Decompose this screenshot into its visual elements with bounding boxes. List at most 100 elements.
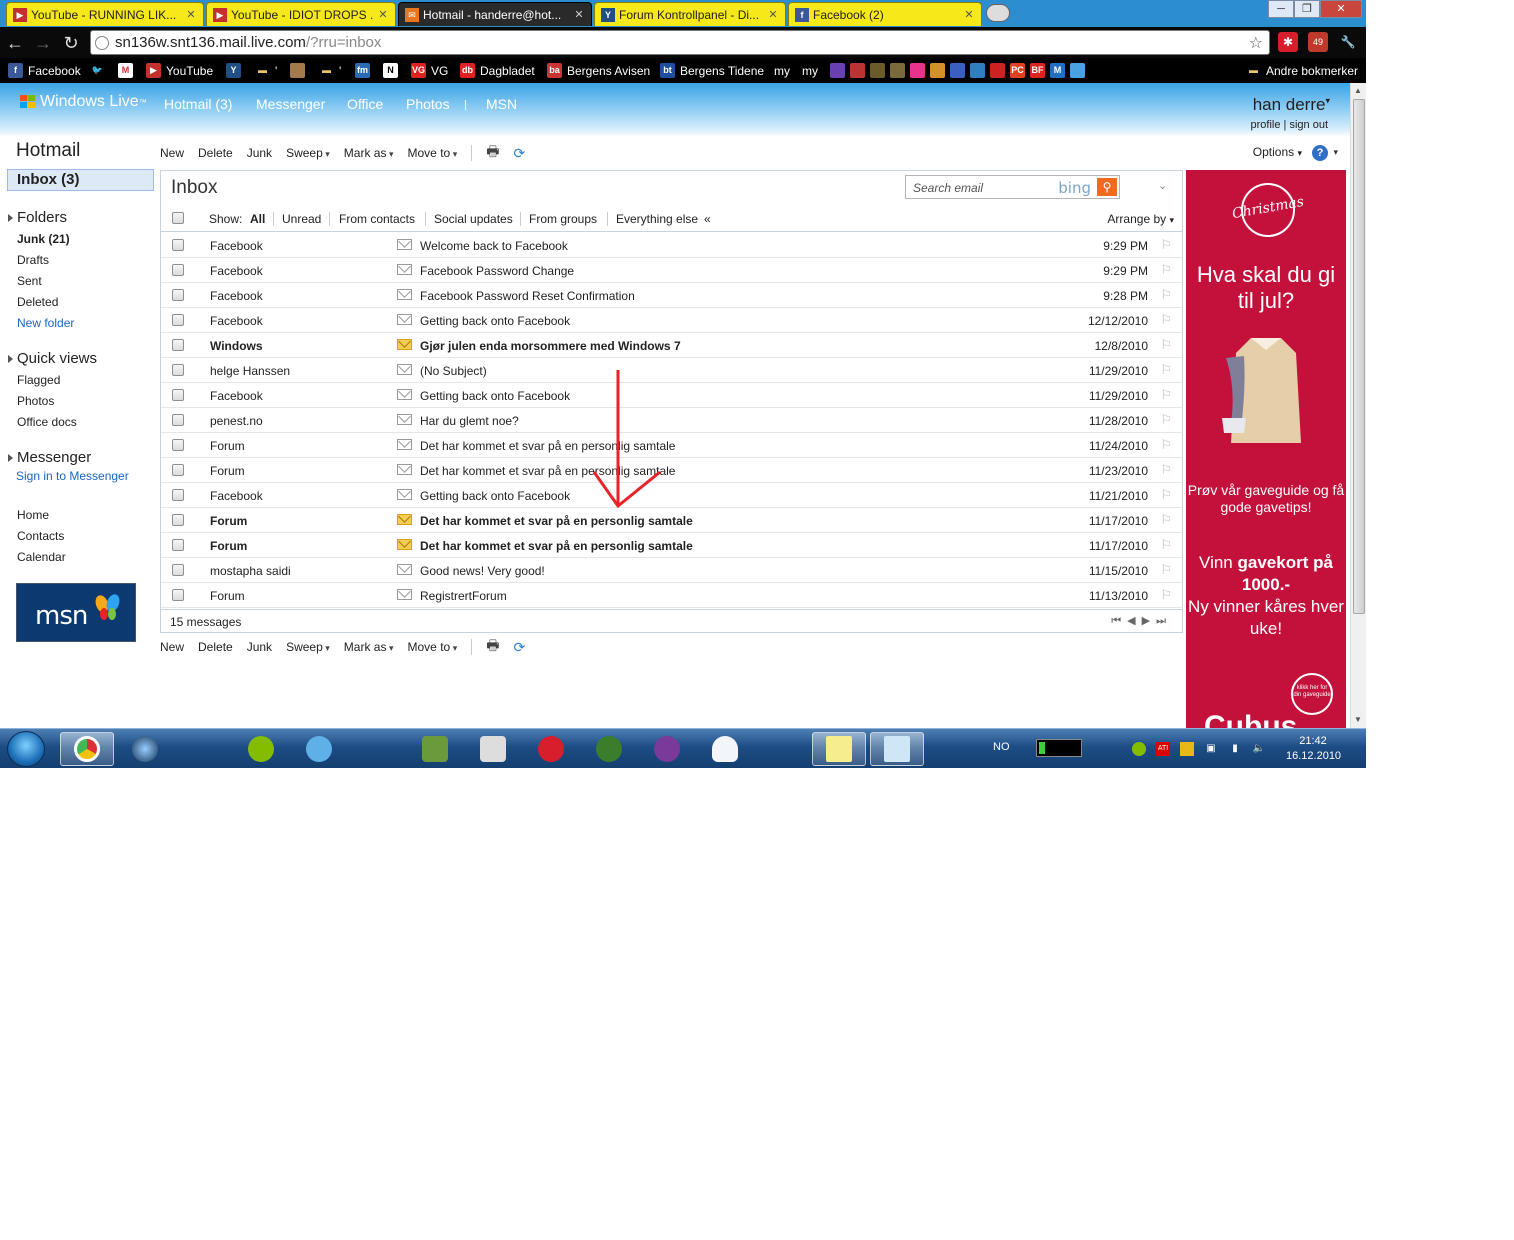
refresh-icon[interactable]: ⟳ [513,639,525,656]
scrollbar-thumb[interactable] [1353,99,1365,614]
bookmark-folder[interactable]: ▬ ' [319,62,341,79]
row-checkbox[interactable] [172,464,184,476]
row-checkbox[interactable] [172,239,184,251]
flag-icon[interactable]: ⚐ [1160,337,1172,353]
taskbar-globe[interactable] [118,732,172,766]
search-input[interactable]: Search email bing ⚲ [905,175,1120,199]
filter-social-updates[interactable]: Social updates [434,212,513,226]
sidebar-item-calendar[interactable]: Calendar [17,550,66,564]
close-icon[interactable]: ✕ [767,8,779,21]
row-checkbox[interactable] [172,564,184,576]
taskbar-spotify[interactable] [234,732,288,766]
refresh-icon[interactable]: ⟳ [513,145,525,162]
flag-icon[interactable]: ⚐ [1160,262,1172,278]
row-checkbox[interactable] [172,414,184,426]
forward-icon[interactable]: → [32,32,54,54]
minimize-button[interactable]: ─ [1268,0,1294,18]
new-button[interactable]: New [160,146,184,160]
table-row[interactable]: Forum Det har kommet et svar på en person… [161,433,1182,458]
move-to-button[interactable]: Move to [408,146,458,160]
vertical-scrollbar[interactable]: ▲ ▼ [1350,83,1366,728]
windows-live-logo[interactable]: Windows Live ™ [20,93,147,111]
tab-hotmail[interactable]: ✉ Hotmail - handerre@hot... ✕ [398,2,592,26]
network-icon[interactable]: ▮ [1228,742,1242,756]
flag-icon[interactable]: ⚐ [1160,312,1172,328]
ati-icon[interactable]: ATI [1156,742,1170,756]
options-menu[interactable]: Options ▾ [1253,145,1302,159]
address-bar[interactable]: sn136w.snt136.mail.live.com/?rru=inbox ☆ [90,30,1270,55]
row-checkbox[interactable] [172,514,184,526]
nav-office[interactable]: Office [347,96,383,112]
table-row[interactable]: mostapha saidi Good news! Very good! 11/15… [161,558,1182,583]
flag-icon[interactable]: ⚐ [1160,287,1172,303]
mark-as-button[interactable]: Mark as [344,146,394,160]
sidebar-item-office-docs[interactable]: Office docs [17,415,77,429]
close-icon[interactable]: ✕ [963,8,975,21]
sidebar-item-inbox[interactable]: Inbox (3) [7,169,154,191]
start-button[interactable] [7,731,45,767]
user-name[interactable]: han derre▾ [1253,95,1330,115]
filter-from-contacts[interactable]: From contacts [339,212,415,226]
sign-out-link[interactable]: sign out [1289,119,1328,131]
tab-youtube-idiot[interactable]: ▶ YouTube - IDIOT DROPS ... ✕ [206,2,396,26]
row-checkbox[interactable] [172,314,184,326]
flag-icon[interactable]: ⚐ [1160,412,1172,428]
delete-button[interactable]: Delete [198,640,233,654]
row-checkbox[interactable] [172,589,184,601]
device-icon[interactable]: ▣ [1204,742,1218,756]
taskbar-messenger[interactable] [292,732,346,766]
flag-icon[interactable]: ⚐ [1160,387,1172,403]
folders-heading[interactable]: Folders [8,209,67,226]
bookmark-gmail[interactable]: M [118,62,138,79]
taskbar-sticky-notes[interactable] [812,732,866,766]
sidebar-item-drafts[interactable]: Drafts [17,253,49,267]
previous-page-icon[interactable]: ◀ [1127,615,1141,627]
table-row[interactable]: Facebook Facebook Password Reset Confirma… [161,283,1182,308]
clock[interactable]: 21:42 16.12.2010 [1286,734,1341,764]
bookmark-my[interactable]: my [774,62,790,79]
new-button[interactable]: New [160,640,184,654]
sweep-button[interactable]: Sweep [286,146,330,160]
table-row[interactable]: Windows Gjør julen enda morsommere med Wi… [161,333,1182,358]
sidebar-item-deleted[interactable]: Deleted [17,295,58,309]
chevron-down-icon[interactable]: ▾ [1333,147,1338,158]
hotmail-title[interactable]: Hotmail [16,140,80,162]
sweep-button[interactable]: Sweep [286,640,330,654]
advertisement[interactable]: Christmas Hva skal du gi til jul? Prøv v… [1186,170,1346,728]
sidebar-item-sent[interactable]: Sent [17,274,42,288]
row-checkbox[interactable] [172,364,184,376]
nav-msn[interactable]: MSN [486,96,517,112]
filter-everything-else[interactable]: Everything else [616,212,698,226]
collapse-icon[interactable]: ⌄ [1158,179,1167,192]
first-page-icon[interactable]: ⏮ [1111,615,1127,627]
bookmark-bergens-avisen[interactable]: ba Bergens Avisen [547,62,650,79]
print-icon[interactable]: 🖶 [486,635,499,659]
flag-icon[interactable]: ⚐ [1160,512,1172,528]
arrange-by-menu[interactable]: Arrange by ▾ [1107,212,1174,226]
scroll-up-icon[interactable]: ▲ [1354,86,1362,95]
table-row[interactable]: helge Hanssen (No Subject) 11/29/2010 ⚐ [161,358,1182,383]
close-icon[interactable]: ✕ [185,8,197,21]
bookmark-folder[interactable]: ▬ ' [255,62,277,79]
tab-youtube-running[interactable]: ▶ YouTube - RUNNING LIK... ✕ [6,2,204,26]
delete-button[interactable]: Delete [198,146,233,160]
flag-icon[interactable]: ⚐ [1160,362,1172,378]
wrench-icon[interactable]: 🔧 [1338,32,1358,52]
table-row[interactable]: Forum Det har kommet et svar på en person… [161,533,1182,558]
nav-hotmail[interactable]: Hotmail (3) [164,96,232,112]
shield-icon[interactable] [1180,742,1194,756]
new-tab-button[interactable] [986,4,1010,22]
filter-from-groups[interactable]: From groups [529,212,597,226]
language-indicator[interactable]: NO [993,741,1010,753]
row-checkbox[interactable] [172,389,184,401]
bookmark-dagbladet[interactable]: db Dagbladet [460,62,535,79]
bookmark-bergens-tidene[interactable]: bt Bergens Tidene [660,62,764,79]
flag-icon[interactable]: ⚐ [1160,437,1172,453]
taskbar-evernote[interactable] [408,732,462,766]
next-page-icon[interactable]: ▶ [1142,615,1156,627]
table-row[interactable]: Forum Det har kommet et svar på en person… [161,508,1182,533]
tab-facebook[interactable]: f Facebook (2) ✕ [788,2,982,26]
bookmark-twitter[interactable]: 🐦 [90,62,110,79]
sign-in-messenger-link[interactable]: Sign in to Messenger [16,469,129,483]
select-all-checkbox[interactable] [172,212,184,224]
